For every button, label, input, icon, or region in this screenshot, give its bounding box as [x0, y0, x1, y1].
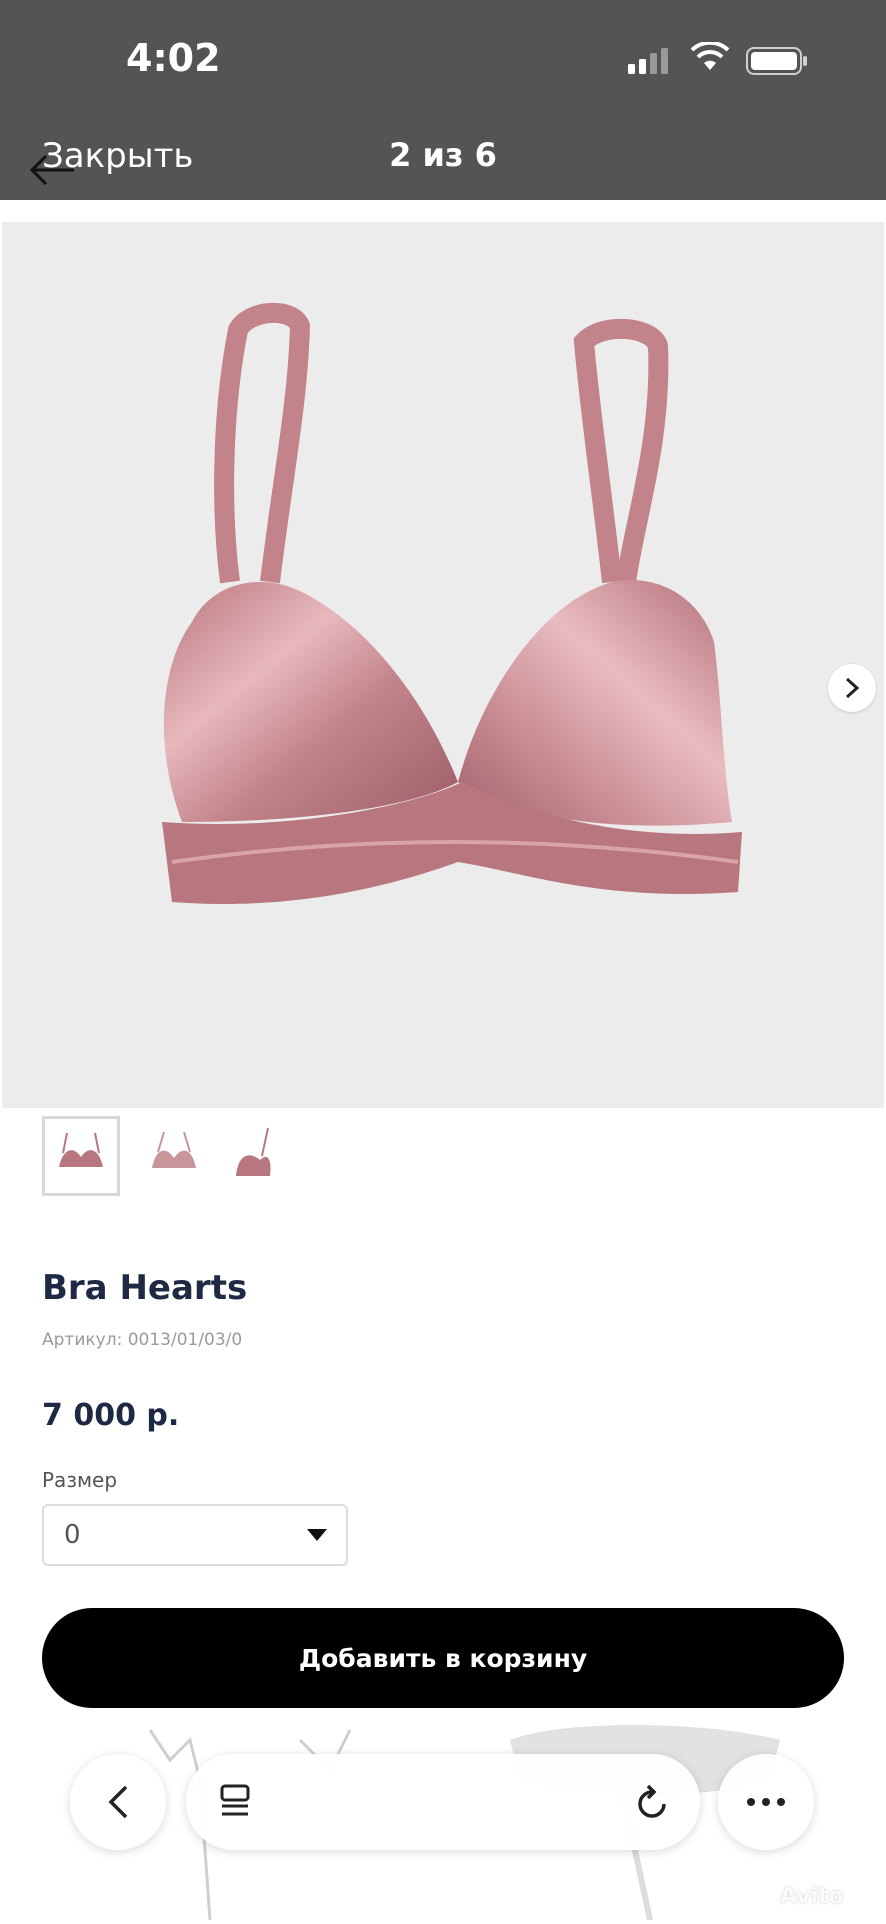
reader-mode-icon: [220, 1784, 250, 1816]
thumbnail-image: [236, 1127, 271, 1176]
reload-icon[interactable]: [634, 1782, 670, 1822]
thumbnail-image: [59, 1132, 103, 1167]
status-time: 4:02: [126, 36, 221, 80]
size-select[interactable]: 0: [42, 1504, 348, 1566]
image-counter: 2 из 6: [389, 136, 497, 174]
chevron-left-icon: [108, 1785, 128, 1819]
thumbnail-3[interactable]: [218, 1116, 296, 1196]
product-price: 7 000 р.: [42, 1398, 180, 1433]
product-title: Bra Hearts: [42, 1268, 248, 1308]
thumbnail-2[interactable]: [138, 1116, 216, 1196]
size-select-value: 0: [64, 1520, 81, 1550]
add-to-cart-label: Добавить в корзину: [298, 1643, 588, 1673]
more-options-button[interactable]: [718, 1754, 814, 1850]
ellipsis-icon: [747, 1798, 785, 1806]
thumbnail-strip: [42, 1116, 342, 1200]
size-label: Размер: [42, 1468, 118, 1492]
browser-back-button[interactable]: [70, 1754, 166, 1850]
product-main-image[interactable]: [2, 222, 884, 1108]
thumbnail-1[interactable]: [42, 1116, 120, 1196]
battery-icon: [746, 47, 807, 75]
status-bar: 4:02: [0, 0, 886, 110]
next-image-button[interactable]: [828, 664, 876, 712]
thumbnail-image: [152, 1131, 196, 1168]
avito-watermark: Avito: [780, 1884, 844, 1909]
browser-address-bar[interactable]: [186, 1754, 700, 1850]
cellular-signal-icon: [628, 48, 668, 74]
product-page: Bra Hearts Артикул: 0013/01/03/0 7 000 р…: [0, 200, 886, 1921]
product-sku: Артикул: 0013/01/03/0: [42, 1330, 243, 1350]
caret-down-icon: [307, 1529, 327, 1541]
chevron-right-icon: [845, 677, 860, 699]
viewer-header: Закрыть 2 из 6: [0, 110, 886, 200]
add-to-cart-button[interactable]: Добавить в корзину: [42, 1608, 844, 1708]
wifi-icon: [690, 42, 730, 70]
bra-image: [162, 303, 742, 904]
